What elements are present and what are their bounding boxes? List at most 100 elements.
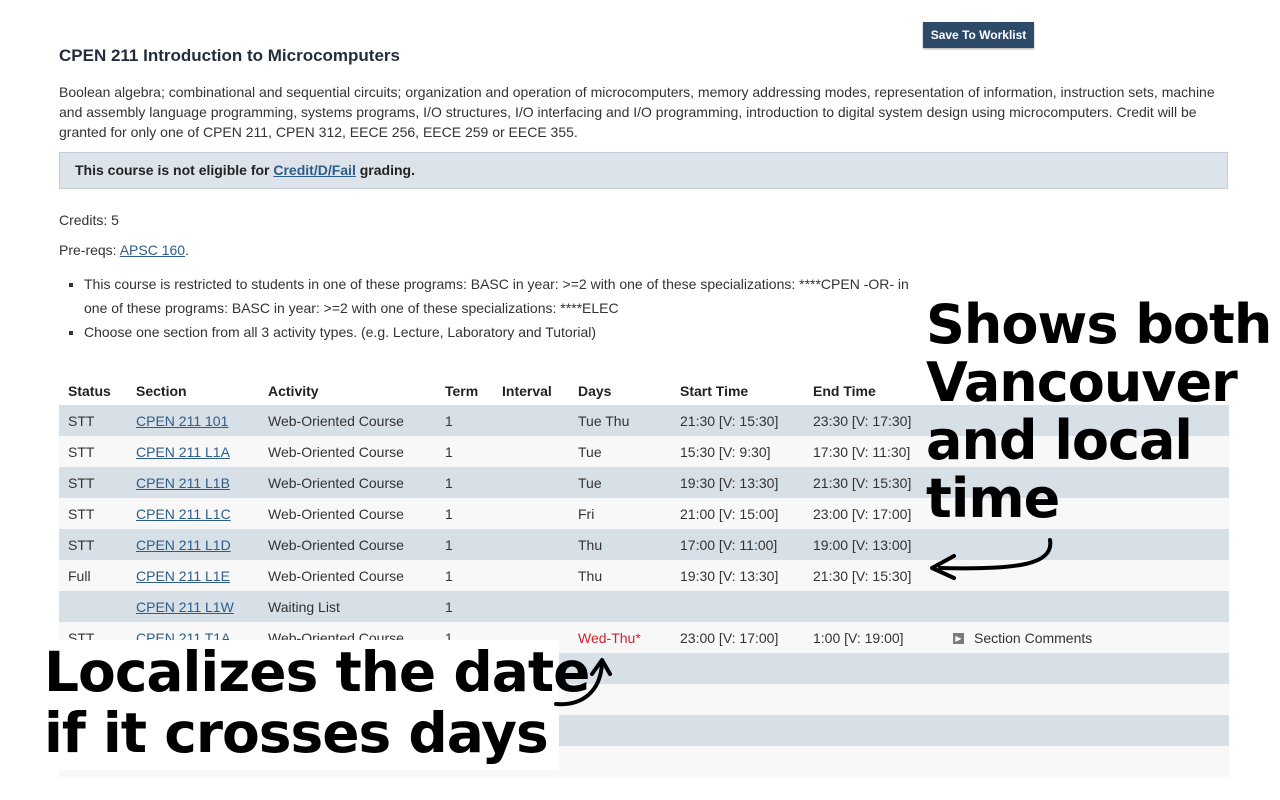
row-days-text: Thu: [578, 536, 603, 553]
row-start-time: 19:30 [V: 13:30]: [671, 560, 804, 591]
row-term: 1: [436, 436, 493, 467]
row-status: STT: [59, 405, 127, 436]
section-link[interactable]: CPEN 211 L1B: [136, 475, 230, 491]
row-term: 1: [436, 405, 493, 436]
notice-prefix: This course is not eligible for: [75, 162, 274, 178]
section-link[interactable]: CPEN 211 101: [136, 413, 228, 429]
row-status: STT: [59, 467, 127, 498]
row-term: 1: [436, 591, 493, 622]
row-activity: Web-Oriented Course: [259, 436, 436, 467]
row-end-time-text: 23:00 [V: 17:00]: [813, 505, 912, 522]
section-link[interactable]: CPEN 211 L1W: [136, 599, 234, 615]
row-start-time-text: 19:30 [V: 13:30]: [680, 567, 779, 584]
row-term: 1: [436, 560, 493, 591]
row-end-time: 1:00 [V: 19:00]: [804, 622, 944, 653]
section-link[interactable]: CPEN 211 L1E: [136, 568, 230, 584]
row-interval: [493, 467, 569, 498]
save-to-worklist-button[interactable]: Save To Worklist: [923, 22, 1034, 48]
col-end-time: End Time: [813, 382, 876, 399]
timezone-callout-line: and local: [926, 409, 1193, 472]
prereq-suffix: .: [185, 242, 189, 258]
row-start-time-text: 19:30 [V: 13:30]: [680, 474, 779, 491]
row-comments: [944, 591, 1229, 622]
section-link[interactable]: CPEN 211 L1A: [136, 444, 230, 460]
row-term: 1: [436, 498, 493, 529]
row-start-time: [671, 684, 804, 715]
row-status-text: STT: [68, 443, 95, 460]
timezone-callout: Shows both Vancouver and local time: [926, 296, 1272, 528]
row-status: Full: [59, 560, 127, 591]
row-status-text: STT: [68, 536, 95, 553]
row-end-time: [804, 653, 944, 684]
notice-suffix: grading.: [355, 162, 415, 178]
row-end-time: 21:30 [V: 15:30]: [804, 467, 944, 498]
row-activity: Web-Oriented Course: [259, 405, 436, 436]
col-term: Term: [445, 382, 479, 399]
credits-text: Credits: 5: [59, 212, 119, 228]
row-days: Tue: [569, 436, 671, 467]
row-interval: [493, 529, 569, 560]
row-activity-text: Web-Oriented Course: [268, 443, 404, 460]
col-activity: Activity: [268, 382, 319, 399]
row-end-time-text: 19:00 [V: 13:00]: [813, 536, 912, 553]
row-days: Tue Thu: [569, 405, 671, 436]
row-interval: [493, 405, 569, 436]
row-start-time-text: 17:00 [V: 11:00]: [680, 536, 778, 553]
row-status: STT: [59, 498, 127, 529]
row-activity-text: Web-Oriented Course: [268, 474, 404, 491]
prereq-apsc160-link[interactable]: APSC 160: [120, 242, 185, 258]
section-link[interactable]: CPEN 211 L1C: [136, 506, 231, 522]
curved-arrow-left-icon: [930, 538, 1053, 580]
row-start-time: [671, 591, 804, 622]
section-comments-label[interactable]: Section Comments: [974, 630, 1092, 646]
credit-d-fail-link[interactable]: Credit/D/Fail: [273, 162, 355, 178]
row-term-text: 1: [445, 412, 453, 429]
row-interval: [493, 436, 569, 467]
row-activity-text: Web-Oriented Course: [268, 412, 404, 429]
row-activity: Web-Oriented Course: [259, 467, 436, 498]
row-days-text: Tue: [578, 474, 602, 491]
row-status-text: STT: [68, 474, 95, 491]
row-status-text: STT: [68, 412, 95, 429]
row-end-time-text: 17:30 [V: 11:30]: [813, 443, 911, 460]
date-callout-line: Localizes the date: [44, 640, 590, 704]
expand-comments-icon[interactable]: ▶: [953, 633, 964, 645]
row-term-text: 1: [445, 536, 453, 553]
section-link[interactable]: CPEN 211 L1D: [136, 537, 231, 553]
col-days: Days: [578, 382, 612, 399]
row-days-text: Fri: [578, 505, 595, 522]
table-row: CPEN 211 L1W Waiting List 1: [59, 591, 1229, 622]
row-end-time: [804, 684, 944, 715]
row-activity-text: Web-Oriented Course: [268, 567, 404, 584]
row-activity: Web-Oriented Course: [259, 560, 436, 591]
row-start-time: 23:00 [V: 17:00]: [671, 622, 804, 653]
row-section: CPEN 211 L1A: [127, 436, 259, 467]
row-days: Thu: [569, 560, 671, 591]
prereqs: Pre-reqs: APSC 160.: [59, 242, 189, 258]
row-start-time-text: 15:30 [V: 9:30]: [680, 443, 771, 460]
row-days-text: Tue Thu: [578, 412, 630, 429]
row-status: STT: [59, 436, 127, 467]
row-activity: Web-Oriented Course: [259, 498, 436, 529]
row-activity: Waiting List: [259, 591, 436, 622]
row-end-time-text: 21:30 [V: 15:30]: [813, 567, 912, 584]
row-start-time: [671, 653, 804, 684]
row-start-time: 17:00 [V: 11:00]: [671, 529, 804, 560]
row-days: Fri: [569, 498, 671, 529]
col-interval: Interval: [502, 382, 552, 399]
row-activity-text: Waiting List: [268, 598, 340, 615]
row-activity-text: Web-Oriented Course: [268, 536, 404, 553]
row-days: Thu: [569, 529, 671, 560]
row-end-time-text: 23:30 [V: 17:30]: [813, 412, 912, 429]
col-status: Status: [68, 382, 111, 399]
row-term: 1: [436, 467, 493, 498]
row-term-text: 1: [445, 598, 453, 615]
row-end-time: 23:00 [V: 17:00]: [804, 498, 944, 529]
curved-arrow-up-icon: [554, 658, 612, 707]
row-activity-text: Web-Oriented Course: [268, 505, 404, 522]
row-days-text: Tue: [578, 443, 602, 460]
row-term-text: 1: [445, 567, 453, 584]
row-end-time-text: 1:00 [V: 19:00]: [813, 629, 904, 646]
row-start-time: 21:00 [V: 15:00]: [671, 498, 804, 529]
date-callout: Localizes the date if it crosses days: [44, 640, 590, 764]
